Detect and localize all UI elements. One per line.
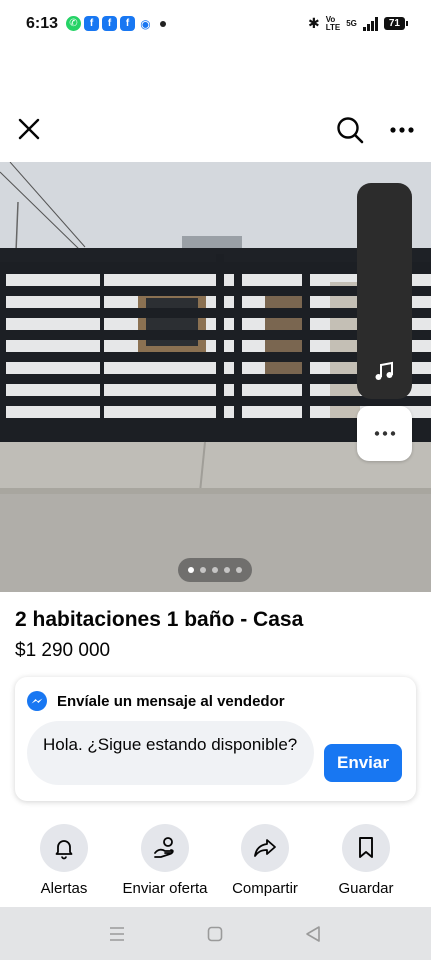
status-right: ✱ Vo LTE 5G 71 — [307, 15, 409, 32]
close-button[interactable] — [12, 112, 46, 146]
share-icon — [254, 839, 276, 857]
top-bar — [0, 104, 431, 156]
alerts-button[interactable]: Alertas — [14, 824, 114, 897]
share-button[interactable]: Compartir — [215, 824, 315, 897]
status-bar: 6:13 ✆ f f f ◉ ✱ Vo LTE 5G 71 — [0, 0, 431, 48]
more-options-button[interactable] — [384, 112, 420, 148]
messenger-icon — [27, 691, 47, 711]
status-time: 6:13 — [26, 15, 59, 32]
message-input[interactable]: Hola. ¿Sigue estando disponible? — [27, 721, 314, 785]
photo-pager[interactable] — [178, 558, 252, 582]
bookmark-icon — [359, 837, 373, 858]
system-nav-bar — [0, 907, 431, 960]
pager-dot[interactable] — [212, 567, 218, 573]
save-button[interactable]: Guardar — [316, 824, 416, 897]
more-horizontal-icon — [374, 431, 395, 436]
side-more-button[interactable] — [357, 406, 412, 461]
home-button[interactable] — [202, 921, 228, 947]
facebook-icon: f — [102, 16, 117, 31]
listing-price: $1 290 000 — [15, 640, 111, 661]
message-seller-card: Envíale un mensaje al vendedor Hola. ¿Si… — [15, 677, 416, 801]
signal-tag: 5G — [346, 18, 357, 28]
more-horizontal-icon — [390, 127, 414, 133]
offer-icon — [154, 837, 174, 858]
pager-dot[interactable] — [200, 567, 206, 573]
messenger-icon: ◉ — [140, 16, 151, 31]
pager-dot[interactable] — [236, 567, 242, 573]
alerts-circle[interactable] — [40, 824, 88, 872]
send-button[interactable]: Enviar — [324, 744, 402, 782]
save-label: Guardar — [338, 880, 394, 897]
volte-bottom: LTE — [325, 22, 341, 32]
whatsapp-icon: ✆ — [66, 16, 81, 31]
pager-dot[interactable] — [224, 567, 230, 573]
message-header-text: Envíale un mensaje al vendedor — [57, 692, 285, 710]
music-button[interactable] — [369, 356, 399, 386]
facebook-icon: f — [120, 16, 135, 31]
facebook-icon: f — [84, 16, 99, 31]
notification-icons: ✆ f f f ◉ — [66, 16, 166, 31]
send-offer-circle[interactable] — [141, 824, 189, 872]
volte-tag: Vo LTE — [325, 15, 341, 32]
more-notifications-dot-icon — [160, 20, 166, 27]
back-button[interactable] — [300, 921, 326, 947]
message-header: Envíale un mensaje al vendedor — [27, 691, 285, 711]
save-circle[interactable] — [342, 824, 390, 872]
music-note-icon — [375, 361, 393, 380]
bluetooth-icon: ✱ — [307, 15, 320, 31]
action-bar: Alertas Enviar oferta Compartir Guardar — [0, 824, 431, 904]
bell-icon — [55, 840, 73, 860]
pager-dot[interactable] — [188, 567, 194, 573]
signal-icon — [362, 16, 378, 31]
recent-apps-button[interactable] — [104, 921, 130, 947]
send-offer-button[interactable]: Enviar oferta — [115, 824, 215, 897]
listing-title: 2 habitaciones 1 baño - Casa — [15, 608, 304, 631]
square-home-icon — [207, 926, 223, 942]
share-label: Compartir — [232, 880, 298, 897]
share-circle[interactable] — [241, 824, 289, 872]
send-offer-label: Enviar oferta — [122, 880, 208, 897]
alerts-label: Alertas — [40, 880, 88, 897]
back-triangle-icon — [306, 926, 320, 942]
menu-lines-icon — [110, 927, 124, 941]
battery-icon: 71 — [383, 17, 409, 30]
search-icon — [337, 117, 364, 144]
search-button[interactable] — [332, 112, 368, 148]
close-icon — [18, 118, 40, 140]
